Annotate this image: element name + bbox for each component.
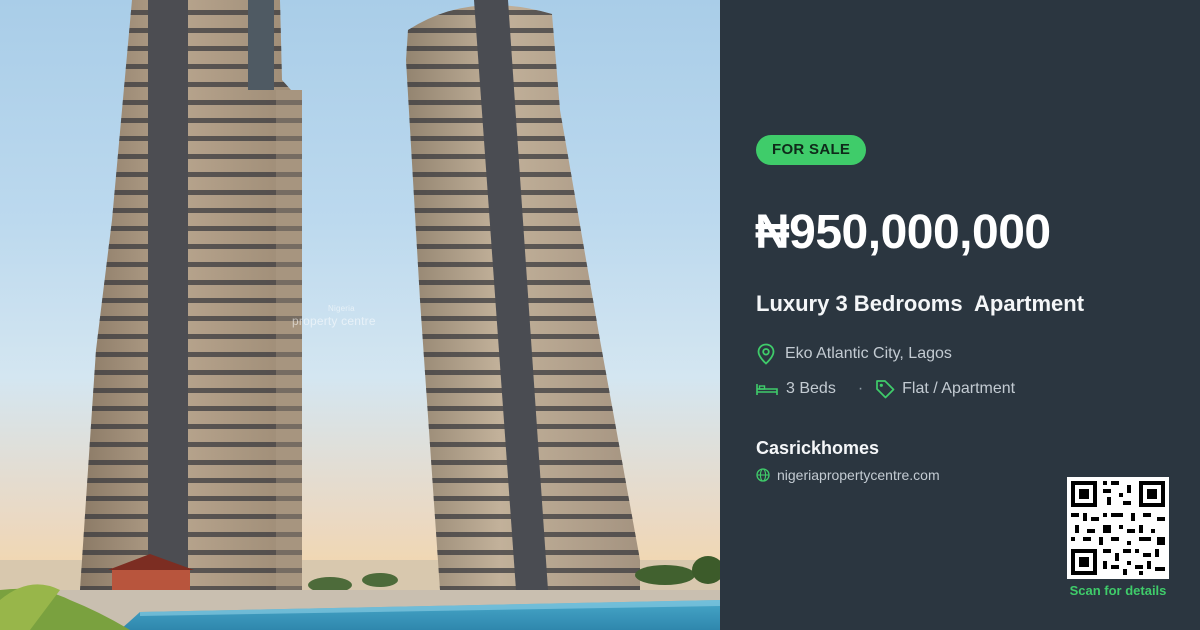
listing-title[interactable]: Luxury 3 Bedrooms Apartment	[756, 290, 1084, 318]
qr-code-image	[1067, 477, 1169, 579]
website-row[interactable]: nigeriapropertycentre.com	[756, 466, 940, 484]
property-type: Flat / Apartment	[902, 380, 1016, 397]
qr-code[interactable]	[1067, 477, 1169, 579]
map-pin-icon	[757, 343, 775, 365]
globe-icon	[756, 468, 770, 482]
beds-count: 3 Beds	[786, 380, 836, 397]
website-link[interactable]: nigeriapropertycentre.com	[777, 466, 940, 484]
listing-price: ₦950,000,000	[755, 206, 1051, 259]
status-badge: FOR SALE	[756, 135, 867, 165]
bed-icon	[756, 384, 778, 395]
qr-caption: Scan for details	[1069, 583, 1167, 598]
agent-name[interactable]: Casrickhomes	[756, 437, 879, 459]
features-row: 3 Beds · Flat / Apartment	[756, 379, 1015, 399]
tag-icon	[876, 380, 895, 399]
location-text: Eko Atlantic City, Lagos	[785, 345, 952, 362]
watermark-brand: property centre	[292, 314, 376, 328]
listing-panel: FOR SALE ₦950,000,000 Luxury 3 Bedrooms …	[720, 0, 1200, 630]
separator-dot: ·	[857, 380, 864, 397]
watermark: Nigeria property centre	[292, 303, 376, 327]
location-row: Eko Atlantic City, Lagos	[756, 343, 952, 365]
property-photo: Nigeria property centre	[0, 0, 720, 630]
